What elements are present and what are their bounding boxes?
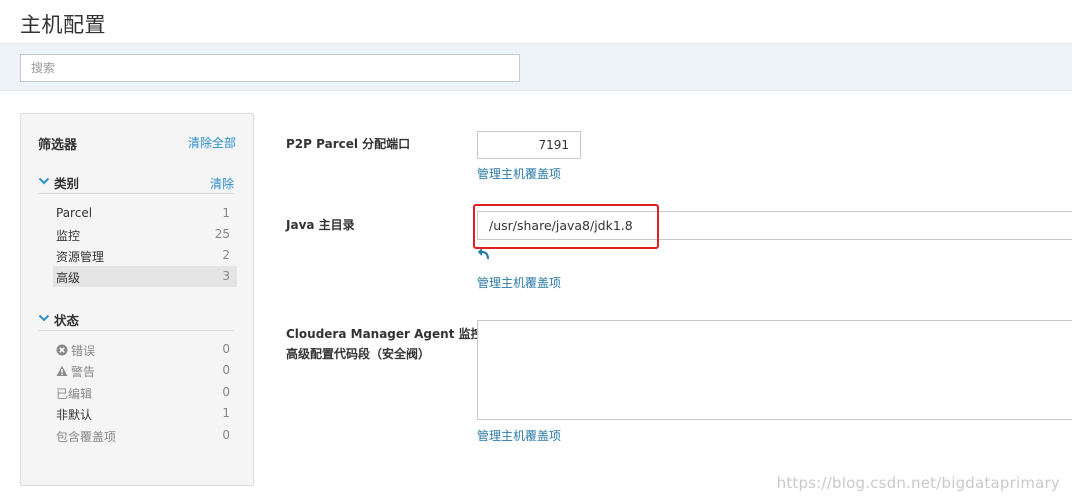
filter-item-label: 警告 <box>71 365 96 379</box>
filter-item-label: 资源管理 <box>56 250 105 264</box>
filter-item-count: 1 <box>222 206 230 220</box>
filter-panel: 筛选器 清除全部 类别 清除 Parcel 1 监控 25 资源管理 2 高级 … <box>20 113 254 486</box>
filter-item-label-wrap: 错误 <box>56 342 95 359</box>
warning-triangle-icon <box>56 365 68 376</box>
clear-all-link[interactable]: 清除全部 <box>188 134 236 151</box>
category-section-header[interactable]: 类别 清除 <box>38 172 234 194</box>
chevron-down-icon <box>38 314 50 322</box>
filter-item-count: 0 <box>222 428 230 442</box>
watermark: https://blog.csdn.net/bigdataprimary <box>776 474 1060 492</box>
category-clear-link[interactable]: 清除 <box>210 175 234 192</box>
filter-item-error[interactable]: 错误 0 <box>53 339 237 360</box>
java-home-input[interactable] <box>477 211 1072 240</box>
filter-item-non-default[interactable]: 非默认 1 <box>53 403 237 424</box>
filter-item-count: 3 <box>222 269 230 283</box>
filter-item-label: 监控 <box>56 229 81 243</box>
filter-item-count: 0 <box>222 342 230 356</box>
title-bar: 主机配置 <box>0 0 1072 44</box>
filter-item-count: 1 <box>222 406 230 420</box>
manage-overrides-link[interactable]: 管理主机覆盖项 <box>477 165 561 182</box>
filter-item-label: 错误 <box>71 344 96 358</box>
filter-item-warning[interactable]: 警告 0 <box>53 360 237 381</box>
status-label: 状态 <box>54 313 80 328</box>
manage-overrides-link[interactable]: 管理主机覆盖项 <box>477 427 561 444</box>
filter-item-resource-management[interactable]: 资源管理 2 <box>53 245 237 266</box>
status-section-header[interactable]: 状态 <box>38 309 234 331</box>
property-label-java-home: Java 主目录 <box>286 218 355 232</box>
filter-item-label: 高级 <box>56 271 81 285</box>
filter-item-count: 0 <box>222 385 230 399</box>
undo-arrow-icon[interactable] <box>477 247 491 260</box>
property-label-line: 高级配置代码段（安全阀） <box>286 347 431 361</box>
filter-item-count: 25 <box>214 227 230 241</box>
agent-safety-valve-textarea[interactable] <box>477 320 1072 420</box>
filter-item-count: 0 <box>222 363 230 377</box>
filter-item-edited[interactable]: 已编辑 0 <box>53 382 237 403</box>
filter-item-label: 非默认 <box>56 408 93 422</box>
filter-item-label: Parcel <box>56 206 93 220</box>
filter-item-monitoring[interactable]: 监控 25 <box>53 224 237 245</box>
filter-item-count: 2 <box>222 248 230 262</box>
property-label-line: Cloudera Manager Agent 监控 <box>286 327 483 341</box>
p2p-port-input[interactable] <box>477 131 581 159</box>
error-circle-icon <box>56 344 68 356</box>
search-bar <box>0 44 1072 91</box>
filter-item-parcel[interactable]: Parcel 1 <box>53 203 237 224</box>
filter-item-label-wrap: 警告 <box>56 363 95 380</box>
property-label-p2p-port: P2P Parcel 分配端口 <box>286 137 411 151</box>
category-label: 类别 <box>54 176 80 191</box>
filter-item-label: 已编辑 <box>56 387 93 401</box>
filter-item-advanced[interactable]: 高级 3 <box>53 266 237 287</box>
search-input[interactable] <box>20 54 520 82</box>
page-title: 主机配置 <box>20 13 106 37</box>
property-label-agent-safety-valve: Cloudera Manager Agent 监控 高级配置代码段（安全阀） <box>286 324 483 364</box>
manage-overrides-link[interactable]: 管理主机覆盖项 <box>477 274 561 291</box>
chevron-down-icon <box>38 177 50 185</box>
filter-item-has-overrides[interactable]: 包含覆盖项 0 <box>53 425 237 446</box>
filter-title: 筛选器 <box>38 138 78 153</box>
filter-item-label: 包含覆盖项 <box>56 430 117 444</box>
